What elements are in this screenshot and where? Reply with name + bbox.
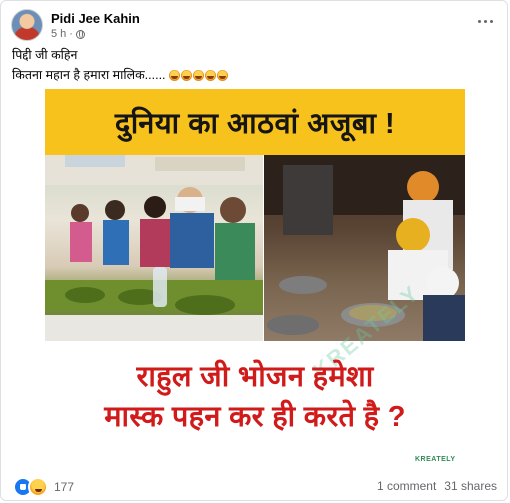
- post-timestamp[interactable]: 5 h: [51, 28, 66, 40]
- dot-icon: [489, 19, 493, 23]
- photo-right-illustration: [263, 155, 465, 341]
- post-meta: 5 h ·: [51, 28, 85, 40]
- image-headline: दुनिया का आठवां अजूबा !: [114, 107, 396, 140]
- reaction-count: 177: [54, 480, 75, 494]
- image-bottom-line-1: राहुल जी भोजन हमेशा: [136, 361, 374, 393]
- image-bottom-line-2: मास्क पहन कर ही करते है ?: [104, 401, 406, 433]
- shares-count[interactable]: 31 shares: [444, 479, 497, 493]
- image-bottom-text: राहुल जी भोजन हमेशा मास्क पहन कर ही करते…: [45, 357, 465, 437]
- more-options-button[interactable]: [473, 11, 497, 31]
- author-name[interactable]: Pidi Jee Kahin: [51, 11, 140, 26]
- caption-line-2: कितना महान है हमारा मालिक......: [12, 68, 166, 82]
- rofl-emoji-icon: [180, 70, 192, 81]
- photo-divider: [263, 155, 264, 341]
- rofl-emoji-icon: [204, 70, 216, 81]
- post-image[interactable]: दुनिया का आठवां अजूबा ! KREATELY राहुल ज…: [1, 89, 507, 469]
- haha-icon: [28, 477, 48, 497]
- author-avatar[interactable]: [11, 9, 43, 41]
- post-header: Pidi Jee Kahin 5 h ·: [11, 9, 499, 43]
- rofl-emoji-icon: [216, 70, 228, 81]
- globe-icon: [75, 29, 85, 39]
- photo-dining-right: [263, 155, 465, 341]
- caption-line-2-wrap: कितना महान है हमारा मालिक......: [12, 65, 228, 85]
- photo-left-illustration: [45, 155, 263, 341]
- rofl-emoji-icon: [192, 70, 204, 81]
- engagement-counts: 1 comment 31 shares: [377, 479, 497, 493]
- post-card: Pidi Jee Kahin 5 h · पिद्दी जी कहिन कितन…: [0, 0, 508, 501]
- reactions-summary[interactable]: 177: [13, 477, 74, 497]
- brand-mark: KREATELY: [415, 456, 456, 463]
- caption-emojis: [168, 70, 228, 81]
- photo-dining-left: [45, 155, 263, 341]
- caption-line-1: पिद्दी जी कहिन: [12, 48, 78, 62]
- comments-count[interactable]: 1 comment: [377, 479, 436, 493]
- dot-icon: [477, 19, 481, 23]
- post-caption: पिद्दी जी कहिन कितना महान है हमारा मालिक…: [12, 45, 228, 85]
- post-footer: 177 1 comment 31 shares: [11, 475, 499, 497]
- dot-icon: [483, 19, 487, 23]
- rofl-emoji-icon: [168, 70, 180, 81]
